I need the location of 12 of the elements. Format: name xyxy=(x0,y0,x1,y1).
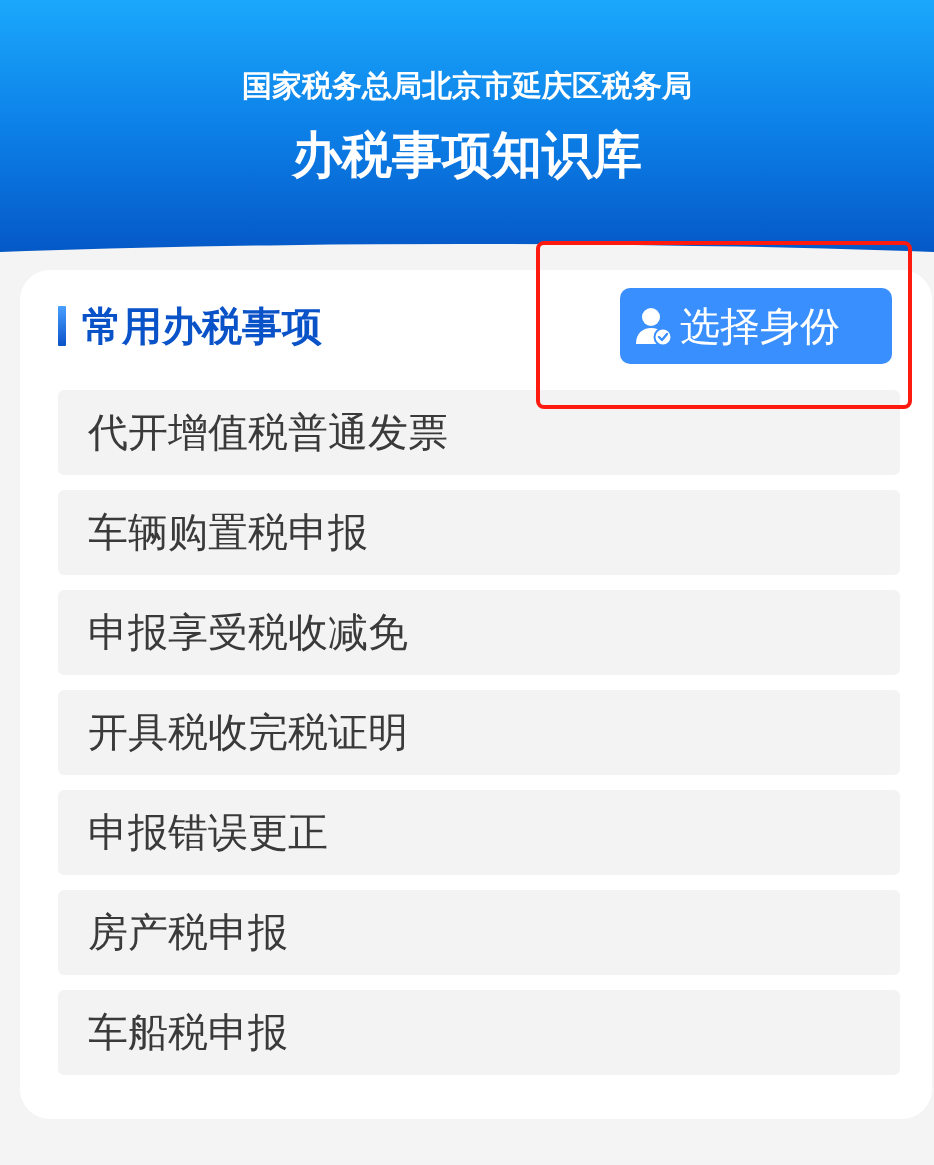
tax-item[interactable]: 申报享受税收减免 xyxy=(58,590,900,675)
tax-item[interactable]: 代开增值税普通发票 xyxy=(58,390,900,475)
tax-item[interactable]: 车辆购置税申报 xyxy=(58,490,900,575)
agency-name: 国家税务总局北京市延庆区税务局 xyxy=(242,67,692,105)
section-title: 常用办税事项 xyxy=(82,301,322,351)
tax-item[interactable]: 车船税申报 xyxy=(58,990,900,1075)
title-accent-bar xyxy=(58,306,66,346)
tax-item[interactable]: 房产税申报 xyxy=(58,890,900,975)
page-title: 办税事项知识库 xyxy=(292,125,642,185)
tax-item[interactable]: 开具税收完税证明 xyxy=(58,690,900,775)
user-check-icon xyxy=(636,306,672,346)
tax-item[interactable]: 申报错误更正 xyxy=(58,790,900,875)
